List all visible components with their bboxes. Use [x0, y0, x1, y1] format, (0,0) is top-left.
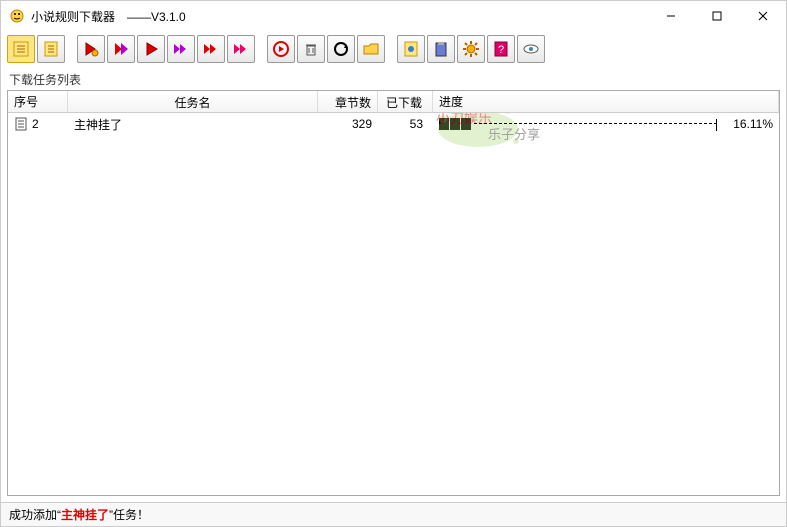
refresh-icon[interactable] [327, 35, 355, 63]
task-table: 序号 任务名 章节数 已下载 进度 小刀娱乐 乐子分享 2主神挂了3295316… [7, 90, 780, 496]
col-name[interactable]: 任务名 [68, 91, 318, 112]
col-downloaded[interactable]: 已下载 [378, 91, 433, 112]
col-index[interactable]: 序号 [8, 91, 68, 112]
clipboard-icon[interactable] [427, 35, 455, 63]
app-icon [9, 8, 25, 24]
doc-icon[interactable] [37, 35, 65, 63]
ff-purple-icon[interactable] [167, 35, 195, 63]
toolbar: ? [1, 31, 786, 67]
list-icon[interactable] [7, 35, 35, 63]
help-icon[interactable]: ? [487, 35, 515, 63]
table-header: 序号 任务名 章节数 已下载 进度 [8, 91, 779, 113]
ff-red-icon[interactable] [197, 35, 225, 63]
window-title: 小说规则下载器 ——V3.1.0 [31, 8, 186, 25]
col-progress[interactable]: 进度 [433, 91, 779, 112]
col-chapters[interactable]: 章节数 [318, 91, 378, 112]
minimize-button[interactable] [648, 1, 694, 31]
status-prefix: 成功添加“ [9, 506, 61, 523]
table-body: 小刀娱乐 乐子分享 2主神挂了3295316.11% [8, 113, 779, 495]
trash-icon[interactable] [297, 35, 325, 63]
maximize-button[interactable] [694, 1, 740, 31]
row-name: 主神挂了 [68, 114, 318, 135]
row-percent: 16.11% [723, 117, 773, 131]
status-suffix: ”任务！ [109, 506, 149, 523]
progress-bar [439, 118, 717, 130]
doc-icon [14, 117, 28, 131]
eye-icon[interactable] [517, 35, 545, 63]
stop-one-icon[interactable] [267, 35, 295, 63]
section-label: 下载任务列表 [1, 67, 786, 90]
note-icon[interactable] [397, 35, 425, 63]
status-task: 主神挂了 [61, 506, 109, 523]
statusbar: 成功添加“ 主神挂了 ”任务！ [1, 502, 786, 526]
row-downloaded: 53 [378, 115, 433, 133]
play-fast-icon[interactable] [107, 35, 135, 63]
close-button[interactable] [740, 1, 786, 31]
table-row[interactable]: 2 主神挂了32953 16.11% [8, 113, 779, 135]
folder-icon[interactable] [357, 35, 385, 63]
svg-text:?: ? [498, 44, 504, 56]
ff-pink-icon[interactable] [227, 35, 255, 63]
titlebar: 小说规则下载器 ——V3.1.0 [1, 1, 786, 31]
row-chapters: 329 [318, 115, 378, 133]
row-index: 2 [32, 117, 39, 131]
play-icon[interactable] [137, 35, 165, 63]
play-gear-icon[interactable] [77, 35, 105, 63]
gear-icon[interactable] [457, 35, 485, 63]
